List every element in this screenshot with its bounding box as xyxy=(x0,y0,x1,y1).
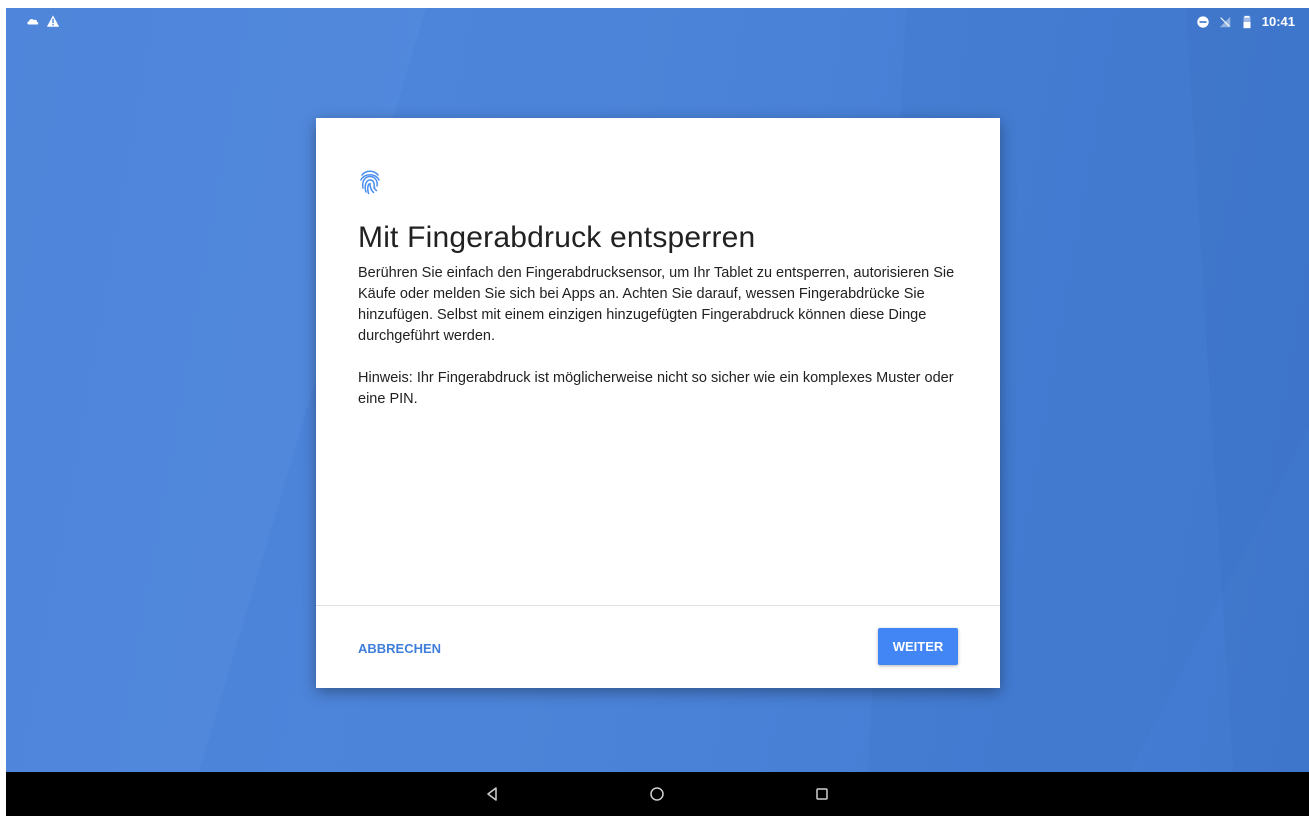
home-icon[interactable] xyxy=(645,782,669,806)
dialog-description: Berühren Sie einfach den Fingerabdruckse… xyxy=(358,265,955,344)
dialog-divider xyxy=(316,605,1000,606)
battery-icon xyxy=(1243,15,1251,28)
fingerprint-setup-dialog: Mit Fingerabdruck entsperren Berühren Si… xyxy=(316,118,1000,688)
no-signal-icon xyxy=(1219,16,1230,27)
screen: 10:41 Mit Fingerabdruck entsperren Berüh… xyxy=(6,8,1309,816)
dialog-note: Hinweis: Ihr Fingerabdruck ist möglicher… xyxy=(358,370,954,407)
status-right-icons: 10:41 xyxy=(1196,14,1295,29)
do-not-disturb-icon xyxy=(1197,15,1209,28)
cancel-button[interactable]: ABBRECHEN xyxy=(352,630,447,666)
back-icon[interactable] xyxy=(480,782,504,806)
next-button[interactable]: WEITER xyxy=(878,628,958,665)
recents-icon[interactable] xyxy=(810,782,834,806)
dialog-body: Berühren Sie einfach den Fingerabdruckse… xyxy=(358,263,958,431)
navigation-bar xyxy=(6,772,1309,816)
cloud-icon xyxy=(27,18,39,25)
status-left-icons xyxy=(26,14,60,28)
dialog-title: Mit Fingerabdruck entsperren xyxy=(358,221,756,254)
fingerprint-icon xyxy=(360,170,380,195)
status-bar: 10:41 xyxy=(6,8,1309,36)
status-time: 10:41 xyxy=(1261,14,1295,29)
warning-icon xyxy=(46,15,60,27)
